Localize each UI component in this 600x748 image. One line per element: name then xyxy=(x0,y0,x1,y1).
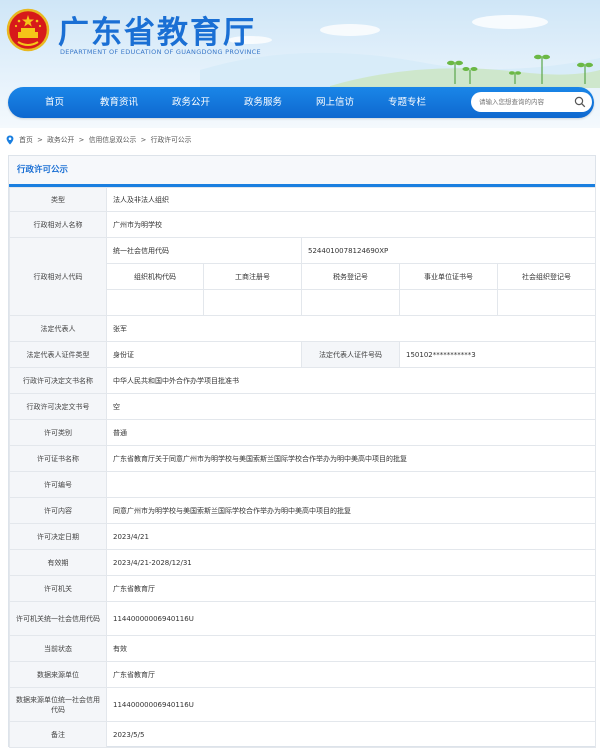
breadcrumb-item-home[interactable]: 首页 xyxy=(19,135,33,145)
breadcrumb-item-current: 行政许可公示 xyxy=(150,136,192,144)
site-subtitle: DEPARTMENT OF EDUCATION OF GUANGDONG PRO… xyxy=(60,48,261,56)
table-row: 许可编号 xyxy=(9,471,597,498)
nav-online-petition[interactable]: 网上信访 xyxy=(316,87,354,118)
row-label: 法定代表人证件类型 xyxy=(9,341,107,368)
search-icon[interactable] xyxy=(574,96,586,108)
table-row: 行政相对人名称 广州市为明学校 xyxy=(9,211,597,238)
table-row: 数据来源单位统一社会信用代码 11440000006940116U xyxy=(9,687,597,722)
credit-code-value: 5244010078124690XP xyxy=(300,237,597,264)
row-label: 行政相对人名称 xyxy=(9,211,107,238)
panel-header: 行政许可公示 xyxy=(9,156,595,187)
search-input[interactable] xyxy=(479,95,569,109)
row-value: 2023/4/21-2028/12/31 xyxy=(105,549,597,576)
permit-table: 类型 法人及非法人组织 行政相对人名称 广州市为明学校 行政相对人代码 统一社会… xyxy=(9,187,597,748)
national-emblem-icon xyxy=(6,8,50,52)
sub-value xyxy=(106,289,204,316)
row-label: 数据来源单位 xyxy=(9,661,107,688)
table-row: 有效期 2023/4/21-2028/12/31 xyxy=(9,549,597,576)
nav-home[interactable]: 首页 xyxy=(45,87,64,118)
row-value: 2023/4/21 xyxy=(105,523,597,550)
row-label: 有效期 xyxy=(9,549,107,576)
row-label: 行政许可决定文书名称 xyxy=(9,367,107,394)
row-label: 数据来源单位统一社会信用代码 xyxy=(9,687,107,722)
row-value xyxy=(105,471,597,498)
row-value: 空 xyxy=(105,393,597,420)
nav-special-topics[interactable]: 专题专栏 xyxy=(388,87,426,118)
row-value: 广东省教育厅 xyxy=(105,661,597,688)
sub-header: 工商注册号 xyxy=(203,263,302,290)
sub-value xyxy=(399,289,498,316)
row-value: 广东省教育厅关于同意广州市为明学校与美国索斯兰国际学校合作举办为明中美高中项目的… xyxy=(105,445,597,472)
breadcrumb-item-credit-info[interactable]: 信用信息双公示 xyxy=(89,135,137,145)
table-row: 类型 法人及非法人组织 xyxy=(9,187,597,212)
site-title: 广东省教育厅 xyxy=(58,15,256,51)
table-row: 行政许可决定文书名称 中华人民共和国中外合作办学项目批准书 xyxy=(9,367,597,394)
nav-government-affairs[interactable]: 政务公开 xyxy=(172,87,210,118)
row-value: 法人及非法人组织 xyxy=(105,187,597,212)
table-row: 数据来源单位 广东省教育厅 xyxy=(9,661,597,688)
nav-education-news[interactable]: 教育资讯 xyxy=(100,87,138,118)
sub-header: 社会组织登记号 xyxy=(496,263,597,290)
row-label: 当前状态 xyxy=(9,635,107,662)
sub-header: 事业单位证书号 xyxy=(399,263,498,290)
row-value: 同意广州市为明学校与美国索斯兰国际学校合作举办为明中美高中项目的批复 xyxy=(105,497,597,524)
row-label: 许可编号 xyxy=(9,471,107,498)
row-label: 许可决定日期 xyxy=(9,523,107,550)
search-box xyxy=(471,92,592,112)
table-row: 当前状态 有效 xyxy=(9,635,597,662)
row-label: 法定代表人证件号码 xyxy=(301,341,400,368)
table-row: 行政相对人代码 统一社会信用代码 5244010078124690XP xyxy=(9,237,597,316)
location-pin-icon xyxy=(6,135,14,145)
row-label: 备注 xyxy=(9,721,107,748)
sub-value xyxy=(301,289,400,316)
row-label: 行政相对人代码 xyxy=(9,237,107,316)
row-value: 身份证 xyxy=(106,341,302,368)
main-nav: 首页 教育资讯 政务公开 政务服务 网上信访 专题专栏 xyxy=(8,87,594,118)
row-value: 2023/5/5 xyxy=(105,721,597,748)
sub-header: 组织机构代码 xyxy=(106,263,204,290)
row-value: 广州市为明学校 xyxy=(105,211,597,238)
row-label: 法定代表人 xyxy=(9,315,107,342)
table-row: 许可证书名称 广东省教育厅关于同意广州市为明学校与美国索斯兰国际学校合作举办为明… xyxy=(9,445,597,472)
row-label: 许可机关统一社会信用代码 xyxy=(9,601,107,636)
table-row: 许可内容 同意广州市为明学校与美国索斯兰国际学校合作举办为明中美高中项目的批复 xyxy=(9,497,597,524)
sub-value xyxy=(203,289,302,316)
row-label: 许可证书名称 xyxy=(9,445,107,472)
row-label: 许可类别 xyxy=(9,419,107,446)
table-row: 法定代表人证件类型 身份证 法定代表人证件号码 150102**********… xyxy=(9,341,597,368)
table-row: 许可机关统一社会信用代码 11440000006940116U xyxy=(9,601,597,636)
row-value: 张军 xyxy=(105,315,597,342)
row-label: 许可内容 xyxy=(9,497,107,524)
breadcrumb-separator: > xyxy=(76,136,87,144)
permit-panel: 行政许可公示 类型 法人及非法人组织 行政相对人名称 广州市为明学校 行政相对人… xyxy=(8,155,597,748)
row-value: 150102***********3 xyxy=(398,341,597,368)
table-row: 法定代表人 张军 xyxy=(9,315,597,342)
row-value: 11440000006940116U xyxy=(105,601,597,636)
row-label: 行政许可决定文书号 xyxy=(9,393,107,420)
row-value: 中华人民共和国中外合作办学项目批准书 xyxy=(105,367,597,394)
breadcrumb-separator: > xyxy=(138,136,149,144)
sub-header: 税务登记号 xyxy=(301,263,400,290)
panel-title: 行政许可公示 xyxy=(17,165,69,175)
sub-value xyxy=(496,289,597,316)
nav-government-services[interactable]: 政务服务 xyxy=(244,87,282,118)
table-row: 许可决定日期 2023/4/21 xyxy=(9,523,597,550)
row-value: 广东省教育厅 xyxy=(105,575,597,602)
table-row: 许可机关 广东省教育厅 xyxy=(9,575,597,602)
row-value: 有效 xyxy=(105,635,597,662)
credit-code-label: 统一社会信用代码 xyxy=(106,237,302,264)
row-value: 11440000006940116U xyxy=(105,687,597,722)
table-row: 行政许可决定文书号 空 xyxy=(9,393,597,420)
row-label: 类型 xyxy=(9,187,107,212)
table-row: 备注 2023/5/5 xyxy=(9,721,597,748)
row-value: 普通 xyxy=(105,419,597,446)
breadcrumb-item-government-affairs[interactable]: 政务公开 xyxy=(47,135,74,145)
site-header: 广东省教育厅 DEPARTMENT OF EDUCATION OF GUANGD… xyxy=(0,0,600,128)
breadcrumb: 首页 > 政务公开 > 信用信息双公示 > 行政许可公示 xyxy=(6,135,191,145)
row-label: 许可机关 xyxy=(9,575,107,602)
table-row: 许可类别 普通 xyxy=(9,419,597,446)
breadcrumb-separator: > xyxy=(34,136,45,144)
